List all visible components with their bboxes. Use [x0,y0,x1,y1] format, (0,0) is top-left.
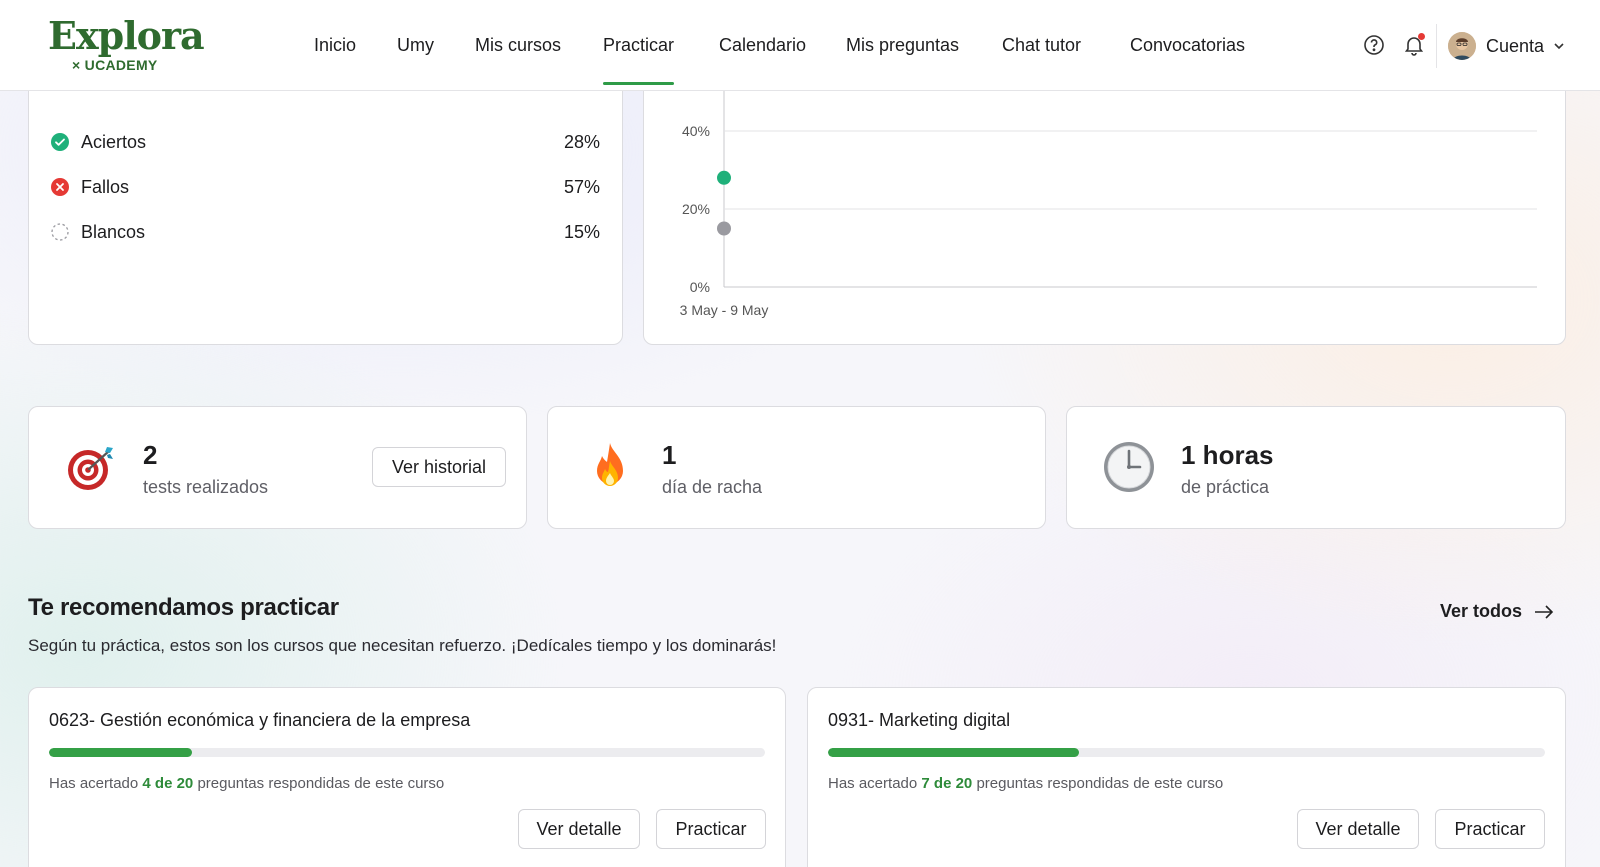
metric-value-tests: 2 [143,440,158,470]
stat-value: 28% [563,131,600,152]
fire-icon [597,443,623,486]
see-all-label: Ver todos [1440,601,1523,621]
arrow-right-icon [1535,604,1554,619]
course-card-1: 0623- Gestión económica y financiera de … [28,687,786,867]
metric-label-tests: tests realizados [143,477,269,497]
stat-row-blancos: Blancos 15% [51,220,600,244]
metric-label-streak: día de racha [662,477,763,497]
nav-mis-cursos[interactable]: Mis cursos [475,35,561,56]
stat-value: 15% [563,221,600,242]
metric-card-hours: 1 horas de práctica [1066,406,1566,529]
dashed-circle-icon [51,223,69,241]
chart-y-tick-label: 0% [690,279,710,295]
chart-point [717,221,731,236]
chevron-down-icon [1554,43,1564,50]
account-menu[interactable]: Cuenta [1448,29,1566,63]
recommend-subtitle: Según tu práctica, estos son los cursos … [28,636,777,655]
stat-label: Blancos [81,221,146,242]
course-meta-prefix: Has acertado [49,775,139,792]
metric-value-hours: 1 horas [1181,440,1274,470]
stat-row-aciertos: Aciertos 28% [51,130,600,154]
nav-convocatorias[interactable]: Convocatorias [1130,35,1245,56]
main-nav: Inicio Umy Mis cursos Practicar Calendar… [0,0,1300,91]
progress-chart-card: 0% 20% 40% 3 May - 9 May [643,60,1566,345]
account-label: Cuenta [1486,35,1545,56]
course-meta: Has acertado 4 de 20 preguntas respondid… [49,775,444,792]
course-meta-suffix: preguntas respondidas de este curso [976,775,1224,792]
view-detail-button[interactable]: Ver detalle [1297,809,1419,849]
metric-value-streak: 1 [662,440,677,470]
nav-practicar[interactable]: Practicar [603,35,675,85]
results-card: Aciertos 28% Fallos 57% Blancos 15% [28,60,623,345]
course-progress-fill [49,748,193,757]
notification-dot [1418,33,1425,40]
view-detail-button[interactable]: Ver detalle [518,809,640,849]
clock-icon [1104,442,1154,492]
stat-label: Aciertos [81,131,147,152]
help-circle-icon[interactable] [1362,33,1386,57]
chart-y-tick-label: 20% [682,201,710,217]
course-meta-suffix: preguntas respondidas de este curso [197,775,445,792]
course-card-2: 0931- Marketing digital Has acertado 7 d… [807,687,1566,867]
course-progress-fill [828,748,1079,757]
nav-calendario[interactable]: Calendario [719,35,806,56]
course-title: 0623- Gestión económica y financiera de … [49,710,471,730]
course-meta-prefix: Has acertado [828,775,918,792]
course-progress-track [49,748,765,757]
practice-button[interactable]: Practicar [1435,809,1545,849]
nav-inicio[interactable]: Inicio [314,35,356,56]
nav-chat-tutor[interactable]: Chat tutor [1002,35,1081,56]
chart-x-tick-label: 3 May - 9 May [680,302,769,318]
recommend-title: Te recomendamos practicar [28,594,339,621]
bell-icon[interactable] [1402,33,1426,57]
course-title: 0931- Marketing digital [828,710,1011,730]
nav-umy[interactable]: Umy [397,35,434,56]
metric-card-streak: 1 día de racha [547,406,1046,529]
progress-chart: 0% 20% 40% 3 May - 9 May [680,89,1537,318]
chart-y-tick-label: 40% [682,123,710,139]
avatar [1448,32,1476,60]
practice-button[interactable]: Practicar [656,809,766,849]
stat-row-fallos: Fallos 57% [51,175,600,199]
course-meta-count: 7 de 20 [921,775,973,792]
stat-value: 57% [563,176,600,197]
metric-label-hours: de práctica [1181,477,1270,497]
header-divider [1436,24,1437,68]
chart-point [717,170,731,185]
course-meta-count: 4 de 20 [142,775,194,792]
view-history-button[interactable]: Ver historial [372,447,506,487]
check-circle-icon [51,133,69,151]
course-progress-track [828,748,1545,757]
top-navbar: Explora × UCADEMY Inicio Umy Mis cursos … [0,0,1600,91]
see-all-link[interactable]: Ver todos [1440,601,1554,622]
metric-card-tests: 2 tests realizados Ver historial [28,406,527,529]
nav-mis-preguntas[interactable]: Mis preguntas [846,35,959,56]
stat-label: Fallos [81,176,130,197]
x-circle-icon [51,178,69,196]
target-dart-icon [68,447,113,490]
course-meta: Has acertado 7 de 20 preguntas respondid… [828,775,1223,792]
